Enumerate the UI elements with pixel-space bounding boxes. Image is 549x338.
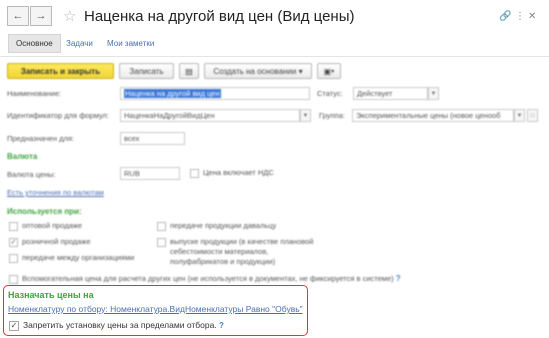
tab-main[interactable]: Основное [8,34,61,53]
name-value: Наценка на другой вид цен [124,89,221,98]
assign-section-title: Назначать цены на [8,290,94,300]
currency-section-title: Валюта [7,152,38,161]
tolling-label: передаче продукции давальцу [170,221,277,230]
retail-checkbox[interactable]: ✓ [9,238,18,247]
more-menu-icon[interactable]: ⋮ [515,11,525,22]
production-label: выпуске продукции (в качестве плановой с… [170,237,314,266]
formula-id-label: Идентификатор для формул: [7,111,109,120]
close-icon[interactable]: ✕ [528,11,536,22]
open-icon[interactable]: □ [527,109,538,122]
create-based-label: Создать на основании [213,66,297,76]
assign-filter-link[interactable]: Номенклатуру по отбору: Номенклатура.Вид… [8,304,303,314]
create-based-button[interactable]: Создать на основании ▾ [204,63,312,79]
tabs-divider [0,56,549,57]
save-close-button[interactable]: Записать и закрыть [7,63,114,79]
used-section-title: Используется при: [7,207,82,216]
group-label: Группа: [319,111,345,120]
currency-label: Валюта цены: [7,170,56,179]
group-input[interactable]: Экспериментальные цены (новое ценооб [352,109,514,122]
aux-price-text: Вспомогательная цена для расчета других … [22,274,394,283]
currency-input[interactable]: RUB [120,167,180,180]
forbid-outside-text: Запретить установку цены за пределами от… [23,320,217,330]
name-input[interactable]: Наценка на другой вид цен [120,87,310,100]
report-menu-button[interactable]: ▣ ▾ [317,63,341,79]
back-button[interactable]: ← [7,6,29,26]
forward-button[interactable]: → [30,6,52,26]
formula-id-input[interactable]: НаценкаНаДругойВидЦен [120,109,300,122]
name-label: Наименование: [7,89,62,98]
document-icon[interactable]: ▤ [179,63,199,79]
save-button[interactable]: Записать [119,63,174,79]
status-select[interactable]: Действует [353,87,428,100]
window-title: Наценка на другой вид цен (Вид цены) [84,8,355,25]
currency-refinement-link[interactable]: Есть уточнения по валютам [7,188,104,197]
wholesale-checkbox[interactable] [9,222,18,231]
purpose-select[interactable]: всех [120,132,185,145]
arrow-left-icon: ← [12,10,24,22]
aux-price-checkbox[interactable] [9,275,18,284]
aux-price-label: Вспомогательная цена для расчета других … [22,274,401,284]
status-label: Статус: [317,89,343,98]
help-icon[interactable]: ? [219,321,224,330]
forbid-outside-checkbox[interactable]: ✓ [9,321,19,331]
tab-tasks[interactable]: Задачи [59,34,100,53]
forbid-outside-label: Запретить установку цены за пределами от… [23,320,224,330]
retail-label: розничной продаже [22,237,91,246]
vat-checkbox[interactable] [190,169,199,178]
tab-notes[interactable]: Мои заметки [100,34,161,53]
help-icon[interactable]: ? [396,274,401,283]
chevron-down-icon: ▾ [298,66,303,76]
chevron-down-icon: ▾ [331,68,335,75]
production-checkbox[interactable] [157,238,166,247]
tolling-checkbox[interactable] [157,222,166,231]
link-icon[interactable]: 🔗 [499,11,511,22]
wholesale-label: оптовой продаже [22,221,83,230]
transfer-orgs-checkbox[interactable] [9,254,18,263]
report-icon: ▣ [323,66,332,76]
arrow-right-icon: → [35,10,47,22]
chevron-down-icon[interactable]: ▼ [428,87,439,100]
transfer-orgs-label: передаче между организациями [22,253,135,262]
purpose-label: Предназначен для: [7,134,74,143]
chevron-down-icon[interactable]: ▼ [514,109,525,122]
chevron-down-icon[interactable]: ▼ [300,109,311,122]
favorite-star-icon[interactable]: ☆ [63,7,76,25]
vat-label: Цена включает НДС [203,168,274,177]
